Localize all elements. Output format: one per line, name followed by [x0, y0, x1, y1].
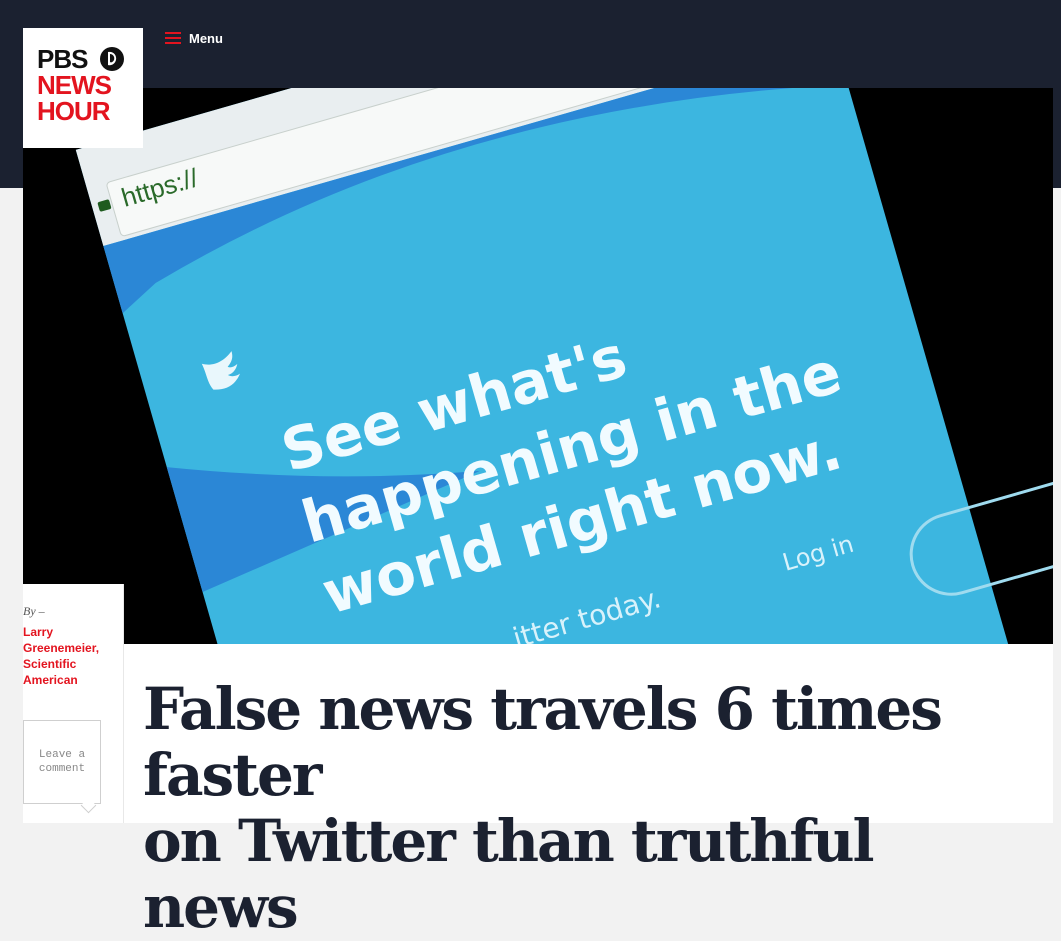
- logo-line-news: NEWS: [37, 70, 112, 100]
- byline-sidebar: By – Larry Greenemeier, Scientific Ameri…: [23, 584, 124, 823]
- author-link[interactable]: Larry Greenemeier, Scientific American: [23, 624, 119, 688]
- pbs-newshour-logo[interactable]: PBS NEWS HOUR: [23, 28, 143, 148]
- hamburger-icon: [165, 32, 181, 44]
- logo-line-hour: HOUR: [37, 96, 111, 126]
- menu-label: Menu: [189, 30, 223, 46]
- pbs-head-icon: [100, 47, 124, 71]
- menu-button[interactable]: Menu: [165, 28, 223, 48]
- headline-line-1: False news travels 6 times faster: [143, 675, 943, 809]
- leave-comment-button[interactable]: Leave a comment: [23, 720, 101, 804]
- byline-prefix: By –: [23, 604, 45, 618]
- headline-line-2: on Twitter than truthful news: [143, 807, 875, 941]
- article-headline: False news travels 6 times faster on Twi…: [143, 676, 1043, 940]
- leave-comment-label: Leave a comment: [38, 749, 86, 775]
- logo-line-pbs: PBS: [37, 44, 88, 74]
- hero-image: https:// See what's happening in the wor…: [23, 88, 1053, 644]
